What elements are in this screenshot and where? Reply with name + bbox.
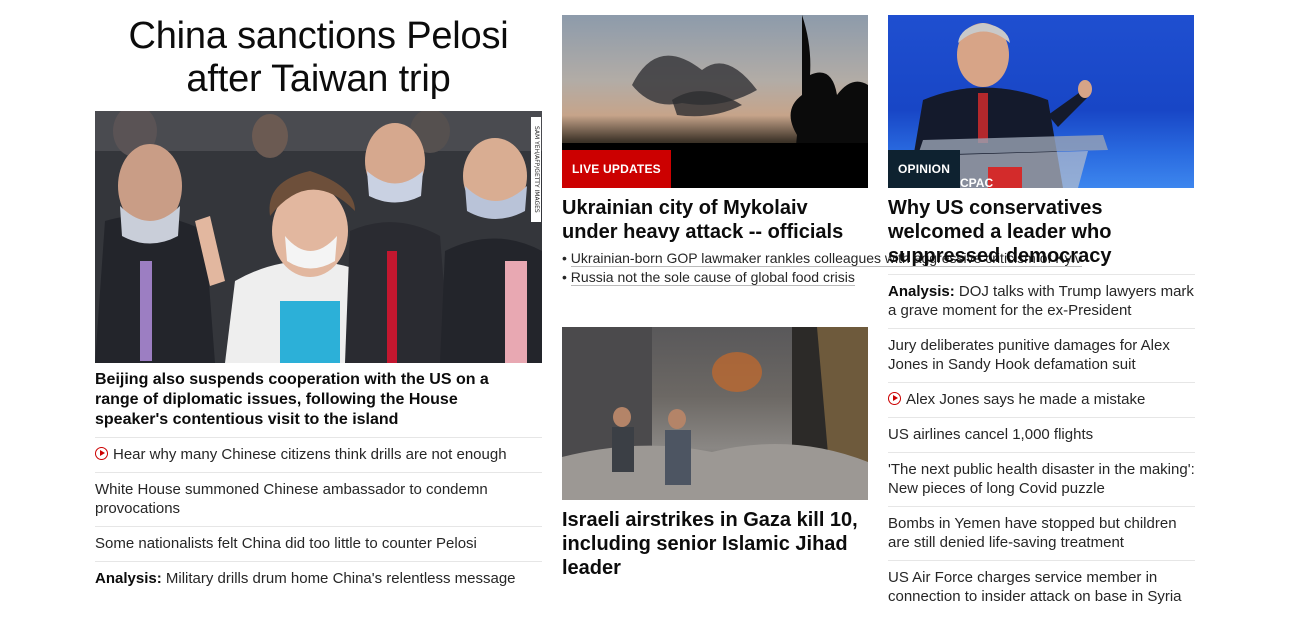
related-link[interactable]: White House summoned Chinese ambassador … [95, 472, 542, 526]
middle-column: LIVE UPDATES Ukrainian city of Mykolaiv … [562, 15, 1082, 579]
lead-headline[interactable]: China sanctions Pelosi after Taiwan trip [95, 15, 542, 101]
headline-link[interactable]: US airlines cancel 1,000 flights [888, 417, 1195, 452]
related-link[interactable]: Analysis: Military drills drum home Chin… [95, 561, 542, 596]
related-link-text: Some nationalists felt China did too lit… [95, 535, 477, 552]
opinion-badge: OPINION [888, 150, 961, 188]
opinion-headline[interactable]: Why US conservatives welcomed a leader w… [888, 196, 1188, 268]
related-link-text: White House summoned Chinese ambassador … [95, 481, 488, 517]
mykolaiv-bullets: • Ukrainian-born GOP lawmaker rankles co… [562, 249, 1082, 287]
related-link-text: Military drills drum home China's relent… [161, 570, 516, 587]
right-column: OPINION CPAC Why US conservatives welcom… [888, 15, 1195, 605]
headline-link[interactable]: Jury deliberates punitive damages for Al… [888, 328, 1195, 382]
play-circle-icon [95, 447, 108, 460]
lead-story-column: China sanctions Pelosi after Taiwan trip [95, 15, 542, 587]
headline-link-text: US Air Force charges service member in c… [888, 569, 1182, 605]
mykolaiv-headline[interactable]: Ukrainian city of Mykolaiv under heavy a… [562, 196, 868, 244]
photo-credit: SAM YEH/AFP/GETTY IMAGES [531, 117, 541, 222]
bullet-link[interactable]: • Ukrainian-born GOP lawmaker rankles co… [562, 249, 1082, 268]
right-headline-list: Analysis: DOJ talks with Trump lawyers m… [888, 274, 1195, 614]
lead-summary-link[interactable]: Beijing also suspends cooperation with t… [95, 370, 535, 430]
analysis-label: Analysis: [95, 570, 162, 587]
headline-link[interactable]: Bombs in Yemen have stopped but children… [888, 506, 1195, 560]
live-updates-badge: LIVE UPDATES [562, 150, 671, 188]
headline-link[interactable]: 'The next public health disaster in the … [888, 452, 1195, 506]
lead-related-links: Hear why many Chinese citizens think dri… [95, 437, 542, 596]
related-link[interactable]: Some nationalists felt China did too lit… [95, 526, 542, 561]
crowd-photo [95, 111, 542, 363]
gaza-headline[interactable]: Israeli airstrikes in Gaza kill 10, incl… [562, 508, 872, 580]
lead-story-image[interactable]: SAM YEH/AFP/GETTY IMAGES [95, 111, 542, 363]
play-circle-icon [888, 392, 901, 405]
analysis-label: Analysis: [888, 283, 955, 300]
related-link-text: Hear why many Chinese citizens think dri… [113, 446, 507, 463]
orban-speech-image[interactable]: OPINION CPAC [888, 15, 1194, 188]
headline-link-text: Jury deliberates punitive damages for Al… [888, 337, 1170, 373]
headline-link-text: 'The next public health disaster in the … [888, 461, 1195, 497]
headline-link[interactable]: US Air Force charges service member in c… [888, 560, 1195, 614]
bullet-link[interactable]: • Russia not the sole cause of global fo… [562, 268, 868, 287]
headline-link[interactable]: Analysis: DOJ talks with Trump lawyers m… [888, 274, 1195, 328]
headline-link-text: Alex Jones says he made a mistake [906, 391, 1146, 408]
related-link[interactable]: Hear why many Chinese citizens think dri… [95, 437, 542, 472]
gaza-airstrike-image[interactable] [562, 327, 868, 500]
headline-link-text: US airlines cancel 1,000 flights [888, 426, 1094, 443]
headline-link[interactable]: Alex Jones says he made a mistake [888, 382, 1195, 417]
stage-sign: CPAC [960, 176, 994, 188]
rubble-photo [562, 327, 868, 500]
headline-link-text: Bombs in Yemen have stopped but children… [888, 515, 1177, 551]
mykolaiv-smoke-image[interactable]: LIVE UPDATES [562, 15, 868, 188]
